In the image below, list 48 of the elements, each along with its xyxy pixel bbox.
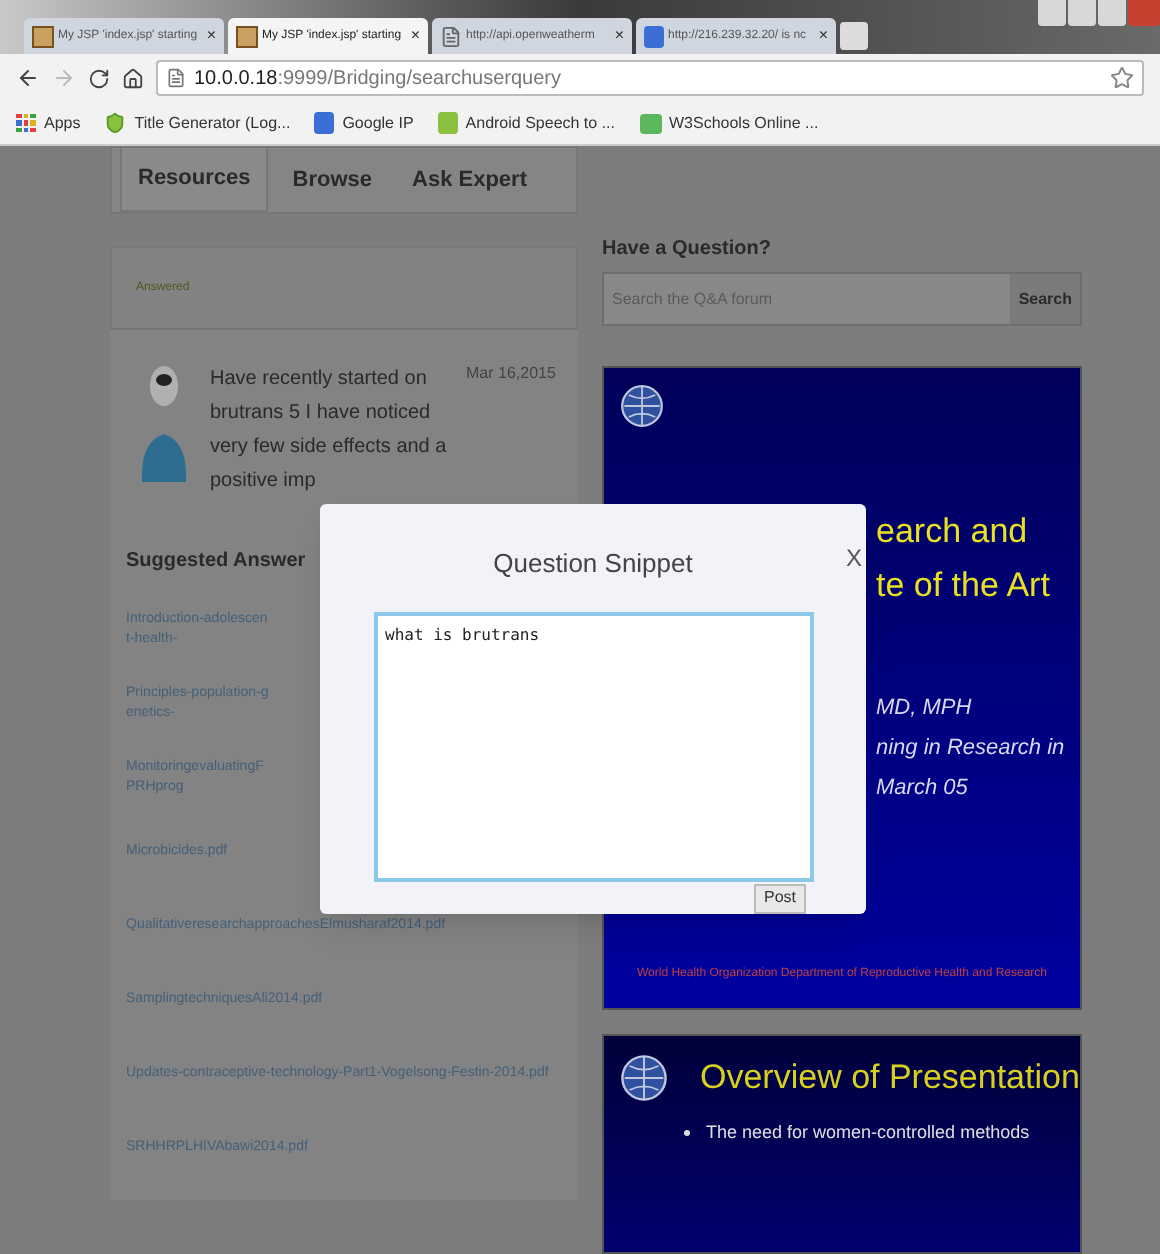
address-field[interactable]: 10.0.0.18:9999/Bridging/searchuserquery [156, 60, 1144, 96]
reload-icon[interactable] [88, 67, 110, 89]
minimize-button[interactable] [1068, 0, 1096, 26]
slide-heading-text: earch and [876, 510, 1030, 554]
bookmark-star-icon[interactable] [1110, 66, 1134, 90]
slide-subtitle-text: March 05 [876, 774, 970, 804]
tab-favicon-icon [236, 25, 258, 47]
bookmark-link[interactable]: Title Generator (Log... [104, 111, 291, 135]
tab-close-button[interactable]: × [818, 24, 828, 48]
dialog-close-button[interactable]: X [845, 540, 862, 576]
post-button[interactable]: Post [753, 883, 806, 913]
maximize-button[interactable] [1098, 0, 1126, 26]
back-icon[interactable] [16, 66, 40, 90]
bookmark-link[interactable]: Apps [16, 111, 81, 135]
tab-close-button[interactable]: × [206, 24, 216, 48]
slide-subtitle-text: ning in Research in [876, 734, 1064, 764]
slide-heading-text: te of the Art [876, 564, 1052, 608]
tab-favicon-icon [32, 25, 54, 47]
page-icon [166, 68, 186, 88]
home-icon[interactable] [122, 67, 144, 89]
nav-tab[interactable]: Browse [276, 148, 389, 212]
nav-tab[interactable]: Resources [120, 148, 269, 212]
bookmark-link[interactable]: Google IP [314, 111, 414, 135]
forward-icon[interactable] [52, 66, 76, 90]
question-heading: Have a Question? [602, 236, 773, 264]
url-host: 10.0.0.18 [194, 65, 278, 93]
question-text[interactable]: Have recently started on brutrans 5 I have noticed very few side effects and a positive imp [210, 362, 450, 498]
apps-grid-icon [16, 113, 36, 133]
slide-subtitle-text: MD, MPH [876, 694, 974, 724]
globe-emblem-icon [620, 1053, 668, 1102]
bookmark-link[interactable]: W3Schools Online ... [639, 111, 819, 135]
tab-close-button[interactable]: × [614, 24, 624, 48]
page-icon [440, 25, 462, 47]
globe-emblem-icon [620, 384, 664, 428]
bullet-icon [684, 1129, 690, 1136]
dialog-title: Question Snippet [493, 546, 693, 582]
question-date: Mar 16,2015 [466, 362, 556, 386]
slide-heading-text: Overview of Presentation [700, 1056, 1080, 1100]
question-input-field[interactable]: what is brutrans [373, 611, 813, 881]
bookmark-link[interactable]: Android Speech to ... [437, 111, 615, 135]
close-button[interactable] [1128, 0, 1160, 26]
slide-bullet-text: The need for women-controlled methods [706, 1119, 1030, 1145]
tab-close-button[interactable]: × [410, 24, 420, 48]
suggested-heading: Suggested Answer [126, 548, 306, 576]
new-tab-button[interactable] [840, 22, 868, 50]
shield-icon [104, 112, 127, 134]
url-path: :9999/Bridging/searchuserquery [277, 65, 561, 93]
nav-tab[interactable]: Ask Expert [396, 148, 543, 212]
